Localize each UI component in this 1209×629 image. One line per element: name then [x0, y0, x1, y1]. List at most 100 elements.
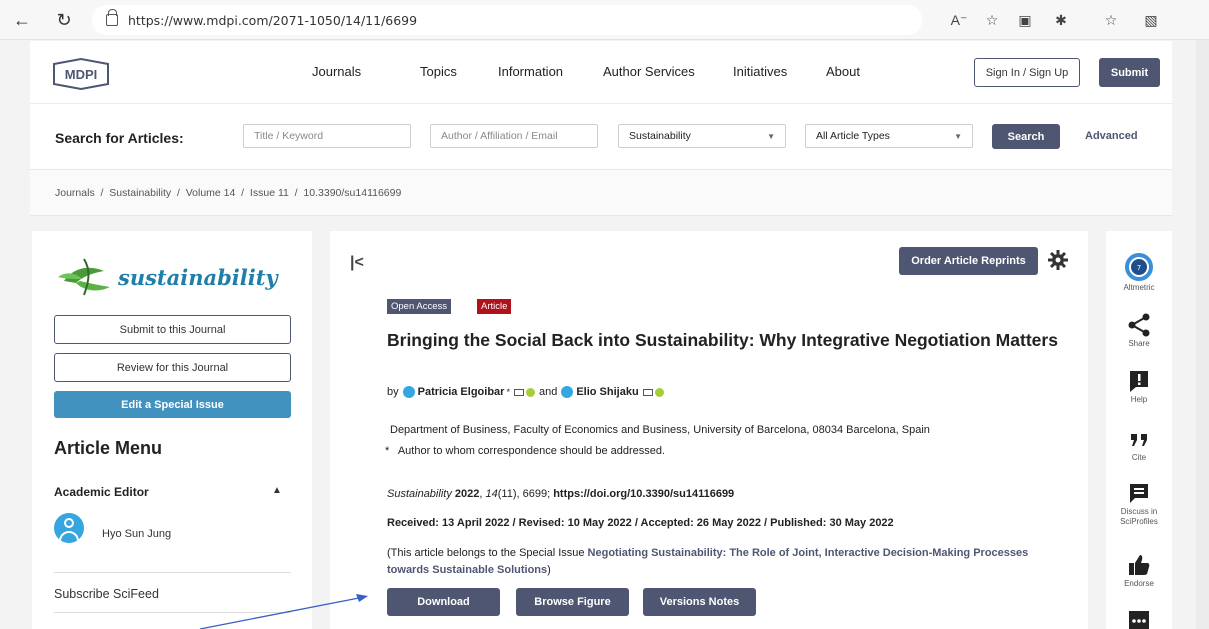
author-input[interactable]: Author / Affiliation / Email	[430, 124, 598, 148]
extensions-icon[interactable]: ✱	[1050, 9, 1072, 31]
author-link[interactable]: Elio Shijaku	[576, 386, 638, 398]
divider	[54, 572, 291, 573]
read-aloud-icon[interactable]: A⁻	[948, 9, 970, 31]
more-icon	[1129, 611, 1149, 629]
browse-figure-button[interactable]: Browse Figure	[516, 588, 629, 616]
endorse-button[interactable]: Endorse	[1106, 553, 1172, 589]
reload-icon[interactable]: ↻	[52, 8, 76, 32]
discuss-label-2: SciProfiles	[1120, 517, 1158, 526]
cite-volume: 14	[485, 488, 498, 500]
special-issue-note: (This article belongs to the Special Iss…	[387, 545, 1057, 579]
orcid-icon[interactable]	[654, 387, 664, 397]
review-for-journal-button[interactable]: Review for this Journal	[54, 353, 291, 382]
versions-notes-button[interactable]: Versions Notes	[643, 588, 756, 616]
altmetric-score: 7	[1137, 264, 1141, 272]
orcid-icon[interactable]	[525, 387, 535, 397]
gear-icon[interactable]	[1047, 249, 1069, 271]
chevron-down-icon: ▼	[767, 132, 775, 141]
title-keyword-input[interactable]: Title / Keyword	[243, 124, 411, 148]
reader-view-icon[interactable]: ▣	[1014, 9, 1036, 31]
help-label: Help	[1130, 395, 1148, 404]
help-icon	[1130, 371, 1148, 392]
share-button[interactable]: Share	[1106, 313, 1172, 349]
journal-select-value: Sustainability	[629, 130, 691, 142]
subscribe-scifeed-link[interactable]: Subscribe SciFeed	[54, 587, 159, 601]
address-bar[interactable]: https://www.mdpi.com/2071-1050/14/11/669…	[92, 5, 922, 35]
cite-journal: Sustainability	[387, 488, 452, 500]
author-list: by Patricia Elgoibar * and Elio Shijaku	[387, 386, 668, 398]
edit-special-issue-button[interactable]: Edit a Special Issue	[54, 391, 291, 418]
nav-about[interactable]: About	[826, 64, 860, 79]
help-button[interactable]: Help	[1106, 369, 1172, 405]
nav-journals[interactable]: Journals	[312, 64, 361, 79]
svg-text:MDPI: MDPI	[65, 67, 98, 82]
right-toolbar: 7 Altmetric Share Help Cite Discuss in S…	[1106, 231, 1172, 629]
chevron-down-icon: ▼	[954, 132, 962, 141]
discuss-button[interactable]: Discuss in SciProfiles	[1106, 481, 1172, 527]
sign-in-button[interactable]: Sign In / Sign Up	[974, 58, 1080, 87]
order-reprints-button[interactable]: Order Article Reprints	[899, 247, 1038, 275]
quote-icon	[1131, 434, 1147, 446]
lock-icon	[106, 9, 118, 26]
nav-initiatives[interactable]: Initiatives	[733, 64, 787, 79]
back-arrow-icon[interactable]: ←	[10, 8, 34, 32]
more-button[interactable]	[1106, 609, 1172, 629]
author-profile-icon[interactable]	[561, 386, 574, 398]
altmetric-label: Altmetric	[1123, 283, 1155, 292]
nav-topics[interactable]: Topics	[420, 64, 457, 79]
search-label: Search for Articles:	[55, 130, 184, 146]
citation-line: Sustainability 2022, 14(11), 6699; https…	[387, 488, 735, 500]
altmetric-icon: 7	[1125, 253, 1153, 281]
cite-label: Cite	[1131, 453, 1147, 462]
advanced-search-link[interactable]: Advanced	[1085, 130, 1138, 142]
breadcrumb[interactable]: Journals / Sustainability / Volume 14 / …	[55, 187, 401, 199]
author-profile-icon[interactable]	[402, 386, 415, 398]
corresponding-mark: *	[506, 387, 510, 397]
article-type-select-value: All Article Types	[816, 130, 890, 142]
site-header: MDPI Journals Topics Information Author …	[30, 41, 1172, 104]
collections-icon[interactable]: ▧	[1140, 9, 1162, 31]
article-type-badge: Article	[477, 299, 512, 314]
collapse-sidebar-icon[interactable]: |<	[350, 254, 364, 272]
cite-year: 2022	[454, 488, 480, 500]
nav-author-services[interactable]: Author Services	[603, 64, 695, 79]
browser-toolbar: ← ↻ https://www.mdpi.com/2071-1050/14/11…	[0, 0, 1209, 40]
special-prefix: (This article belongs to the Special Iss…	[387, 547, 588, 559]
divider	[54, 612, 291, 613]
email-icon[interactable]	[642, 388, 653, 396]
page-scroll-edge	[1196, 40, 1209, 629]
email-icon[interactable]	[513, 388, 524, 396]
article-type-select[interactable]: All Article Types ▼	[805, 124, 973, 148]
search-button[interactable]: Search	[992, 124, 1060, 149]
cite-button[interactable]: Cite	[1106, 427, 1172, 463]
journal-select[interactable]: Sustainability ▼	[618, 124, 786, 148]
publication-dates: Received: 13 April 2022 / Revised: 10 Ma…	[387, 517, 894, 529]
discuss-label-1: Discuss in	[1120, 507, 1158, 516]
altmetric-button[interactable]: 7 Altmetric	[1106, 253, 1172, 293]
submit-to-journal-button[interactable]: Submit to this Journal	[54, 315, 291, 344]
editor-name[interactable]: Hyo Sun Jung	[102, 528, 171, 540]
academic-editor-toggle[interactable]: Academic Editor	[54, 485, 149, 499]
correspondence-note: * Author to whom correspondence should b…	[385, 445, 666, 457]
submit-button[interactable]: Submit	[1099, 58, 1160, 87]
and-label: and	[538, 386, 558, 398]
left-sidebar: sustainability Submit to this Journal Re…	[32, 231, 312, 629]
by-label: by	[387, 386, 399, 398]
favorites-icon[interactable]: ☆	[1100, 9, 1122, 31]
mdpi-logo[interactable]: MDPI	[50, 58, 112, 90]
nav-information[interactable]: Information	[498, 64, 563, 79]
article-title: Bringing the Social Back into Sustainabi…	[387, 330, 1058, 350]
breadcrumb-bar: Journals / Sustainability / Volume 14 / …	[30, 170, 1172, 216]
author-link[interactable]: Patricia Elgoibar	[418, 386, 505, 398]
cite-issue-pages: (11), 6699;	[497, 488, 551, 500]
search-bar: Search for Articles: Title / Keyword Aut…	[30, 104, 1172, 170]
journal-name[interactable]: sustainability	[118, 265, 278, 290]
download-button[interactable]: Download	[387, 588, 500, 616]
doi-link[interactable]: https://doi.org/10.3390/su14116699	[553, 488, 734, 500]
endorse-label: Endorse	[1124, 579, 1154, 588]
favorite-add-icon[interactable]: ☆	[981, 9, 1003, 31]
comment-icon	[1130, 484, 1148, 503]
avatar[interactable]	[54, 513, 84, 543]
open-access-badge: Open Access	[387, 299, 451, 314]
chevron-up-icon[interactable]: ▲	[272, 485, 282, 496]
